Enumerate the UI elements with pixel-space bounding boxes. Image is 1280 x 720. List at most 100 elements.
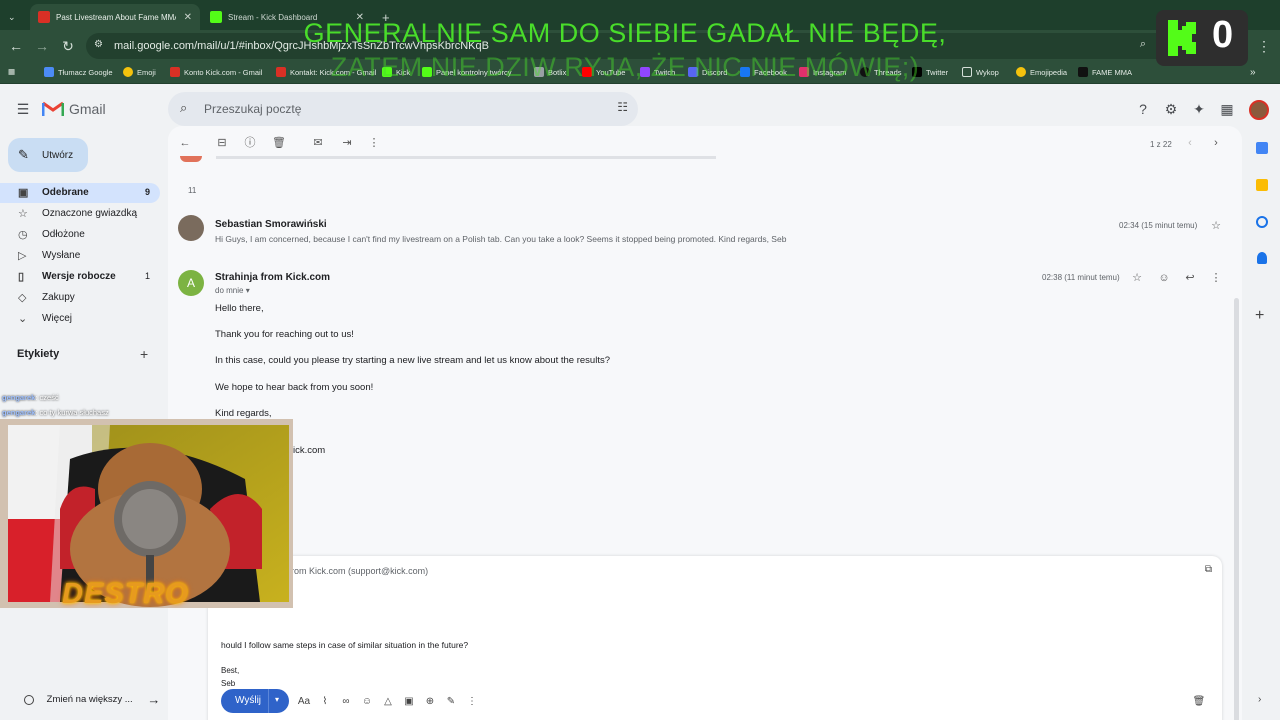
more-vert-icon[interactable]: ⋮: [367, 136, 381, 150]
chevron-right-icon[interactable]: »: [1250, 67, 1256, 78]
settings-icon[interactable]: ⚙: [1162, 100, 1180, 118]
bookmark-item[interactable]: Emoji: [123, 67, 156, 77]
star-icon: ☆: [18, 208, 28, 220]
kick-favicon-icon: [210, 11, 222, 23]
caption-line: GENERALNIE SAM DO SIEBIE GADAŁ NIE BĘDĘ,: [303, 18, 947, 48]
keep-icon[interactable]: [1256, 179, 1268, 191]
sidebar-item-more[interactable]: ⌄ Więcej: [0, 309, 160, 329]
arrow-right-icon: →: [147, 692, 161, 707]
avatar[interactable]: [1249, 100, 1269, 120]
site-info-icon[interactable]: ⚙: [94, 39, 103, 50]
chat-text: co ty kurwa słuchasz: [39, 408, 109, 417]
emoji-icon[interactable]: ☺: [360, 695, 374, 709]
chevron-down-icon: ▾: [245, 286, 250, 295]
tab-list-button[interactable]: ⌄: [4, 4, 24, 30]
chevron-right-icon[interactable]: ›: [1258, 694, 1261, 705]
send-options-icon[interactable]: ▾: [275, 695, 279, 704]
star-icon[interactable]: ☆: [1130, 271, 1144, 285]
emoji-reaction-icon[interactable]: ☺: [1157, 271, 1171, 285]
pop-out-icon[interactable]: ⧉: [1205, 564, 1212, 575]
reply-recipient[interactable]: rom Kick.com (support@kick.com): [291, 566, 428, 576]
upgrade-hint[interactable]: Zmień na większy ... →: [24, 692, 160, 707]
chat-message: gengarek: co ty kurwa słuchasz: [2, 408, 109, 417]
delete-icon[interactable]: 🗑: [272, 136, 286, 150]
message-sender[interactable]: Sebastian Smorawiński: [215, 219, 327, 230]
gmail-logo: [42, 100, 64, 117]
bookmark-item[interactable]: Emojipedia: [1016, 67, 1067, 77]
chevron-right-icon[interactable]: ›: [1209, 136, 1223, 150]
move-to-icon[interactable]: ⇥: [340, 136, 354, 150]
collapsed-messages-count[interactable]: 11: [188, 186, 196, 195]
signature-line[interactable]: Seb: [221, 679, 235, 688]
sidebar-item-drafts[interactable]: ▯ Wersje robocze 1: [0, 267, 160, 287]
chat-message: gengarek: cześć: [2, 393, 59, 402]
more-vert-icon[interactable]: ⋮: [1209, 271, 1223, 285]
reply-text[interactable]: hould I follow same steps in case of sim…: [221, 640, 468, 650]
attach-icon[interactable]: ⌇: [318, 695, 332, 709]
bookmark-item[interactable]: Tłumacz Google: [44, 67, 113, 77]
sidebar-item-purchases[interactable]: ◇ Zakupy: [0, 288, 160, 308]
pencil-icon: ✎: [18, 147, 29, 162]
sidebar-item-inbox[interactable]: ▣ Odebrane 9: [0, 183, 160, 203]
star-icon[interactable]: ☆: [1209, 219, 1223, 233]
mark-unread-icon[interactable]: ✉: [311, 136, 325, 150]
stream-caption: GENERALNIE SAM DO SIEBIE GADAŁ NIE BĘDĘ,…: [240, 16, 1010, 84]
info-icon: [24, 694, 34, 705]
reply-box[interactable]: rom Kick.com (support@kick.com) ⧉ hould …: [208, 556, 1222, 720]
photo-icon[interactable]: ▣: [402, 695, 416, 709]
recipient-text: do mnie: [215, 286, 244, 295]
add-addon-icon[interactable]: +: [1255, 307, 1264, 325]
sidebar-item-starred[interactable]: ☆ Oznaczone gwiazdką: [0, 204, 160, 224]
avatar: [180, 156, 202, 162]
more-vert-icon[interactable]: ⋮: [465, 695, 479, 709]
signature-line[interactable]: Best,: [221, 666, 239, 675]
apps-icon[interactable]: ▦: [8, 67, 15, 76]
message-sender[interactable]: Strahinja from Kick.com: [215, 272, 330, 283]
message-snippet[interactable]: Hi Guys, I am concerned, because I can't…: [215, 234, 786, 244]
send-button[interactable]: Wyślij ▾: [221, 689, 289, 713]
recipient-line[interactable]: do mnie ▾: [215, 286, 250, 295]
viewer-counter: 0: [1156, 10, 1248, 66]
chevron-down-icon: ⌄: [8, 11, 16, 22]
tab-gmail[interactable]: Past Livestream About Fame MMA co ✕: [30, 4, 200, 30]
discard-icon[interactable]: 🗑: [1192, 695, 1206, 709]
contacts-icon[interactable]: [1257, 252, 1267, 264]
drive-icon[interactable]: △: [381, 695, 395, 709]
signature-icon[interactable]: ✎: [444, 695, 458, 709]
forward-icon[interactable]: →: [34, 38, 50, 54]
link-icon[interactable]: ∞: [339, 695, 353, 709]
chevron-left-icon[interactable]: ‹: [1183, 136, 1197, 150]
collapsed-snippet: [216, 156, 716, 159]
sidebar-item-snoozed[interactable]: ◷ Odłożone: [0, 225, 160, 245]
search-bar[interactable]: ⌕ Przeszukaj pocztę ☷: [168, 92, 638, 126]
compose-button[interactable]: ✎ Utwórz: [8, 138, 88, 172]
back-arrow-icon[interactable]: ←: [178, 136, 192, 150]
calendar-icon[interactable]: [1256, 142, 1268, 154]
filter-options-icon[interactable]: ☷: [617, 100, 628, 114]
sidebar-item-sent[interactable]: ▷ Wysłane: [0, 246, 160, 266]
formatting-icon[interactable]: Aa: [297, 695, 311, 709]
apps-icon[interactable]: ▦: [1218, 100, 1236, 118]
archive-icon[interactable]: ⊟: [215, 136, 229, 150]
confidential-mode-icon[interactable]: ⊕: [423, 695, 437, 709]
fame-mma-icon: [1078, 67, 1088, 77]
close-icon[interactable]: ✕: [184, 12, 192, 23]
tasks-icon[interactable]: [1256, 216, 1268, 228]
scrollbar[interactable]: [1234, 298, 1239, 720]
add-label-icon[interactable]: +: [140, 346, 148, 362]
browser-menu-icon[interactable]: ⋮: [1256, 38, 1272, 54]
bookmark-item[interactable]: FAME MMA: [1078, 67, 1132, 77]
gmail-app: ☰ Gmail ⌕ Przeszukaj pocztę ☷ ? ⚙ ✦ ▦ ✎ …: [0, 84, 1280, 720]
search-icon[interactable]: ⌕: [180, 100, 187, 116]
chevron-down-icon: ⌄: [18, 313, 28, 325]
menu-icon[interactable]: ☰: [14, 100, 32, 118]
zoom-icon[interactable]: ⌕: [1140, 38, 1146, 51]
search-input[interactable]: Przeszukaj pocztę: [204, 102, 301, 116]
back-icon[interactable]: ←: [8, 38, 24, 54]
avatar: A: [178, 270, 204, 296]
reload-icon[interactable]: ↻: [60, 38, 76, 54]
gemini-icon[interactable]: ✦: [1190, 100, 1208, 118]
help-icon[interactable]: ?: [1134, 100, 1152, 118]
reply-icon[interactable]: ↩: [1183, 271, 1197, 285]
report-spam-icon[interactable]: ⓘ: [243, 136, 257, 150]
